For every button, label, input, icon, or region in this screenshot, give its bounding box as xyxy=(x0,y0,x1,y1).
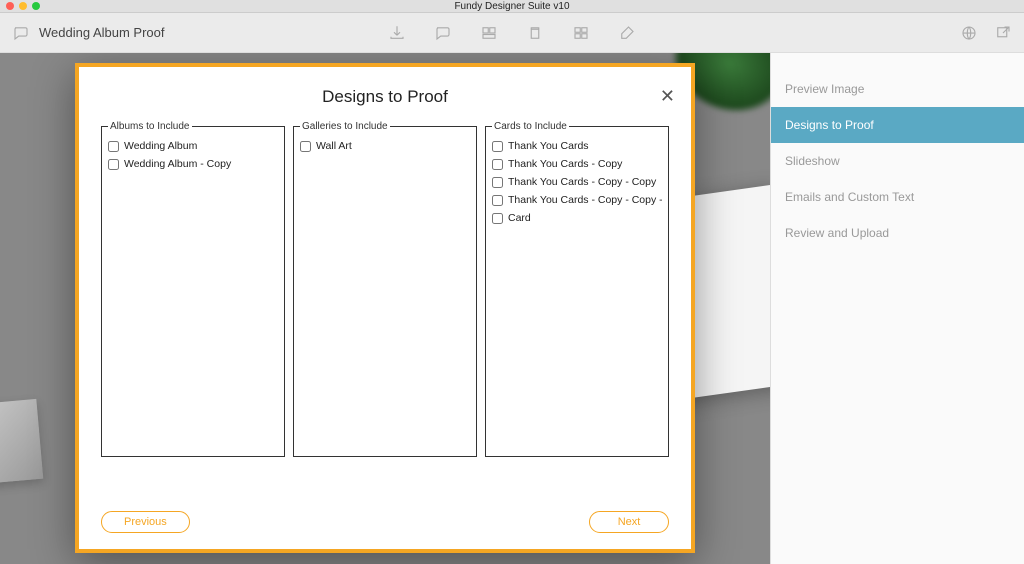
external-link-icon[interactable] xyxy=(994,24,1012,42)
card-row[interactable]: Thank You Cards - Copy - Copy - xyxy=(492,194,662,206)
cards-fieldset: Cards to Include Thank You Cards Thank Y… xyxy=(485,121,669,457)
mac-titlebar: Fundy Designer Suite v10 xyxy=(0,0,1024,13)
canvas-area: Designs to Proof ✕ Albums to Include Wed… xyxy=(0,53,770,564)
toolbar-center xyxy=(388,24,636,42)
card-checkbox[interactable] xyxy=(492,195,503,206)
bg-photo-stack xyxy=(0,399,43,489)
globe-icon[interactable] xyxy=(960,24,978,42)
card-label: Thank You Cards - Copy xyxy=(508,158,622,170)
card-label: Card xyxy=(508,212,531,224)
card-checkbox[interactable] xyxy=(492,141,503,152)
album-label: Wedding Album - Copy xyxy=(124,158,231,170)
sidebar-item-slideshow[interactable]: Slideshow xyxy=(771,143,1024,179)
card-row[interactable]: Thank You Cards xyxy=(492,140,662,152)
sidebar-item-emails-and-custom-text[interactable]: Emails and Custom Text xyxy=(771,179,1024,215)
sidebar-item-review-and-upload[interactable]: Review and Upload xyxy=(771,215,1024,251)
card-label: Thank You Cards - Copy - Copy - xyxy=(508,194,662,206)
layout-icon[interactable] xyxy=(480,24,498,42)
window-maximize-icon[interactable] xyxy=(32,2,40,10)
card-row[interactable]: Thank You Cards - Copy xyxy=(492,158,662,170)
gallery-label: Wall Art xyxy=(316,140,352,152)
window-title: Fundy Designer Suite v10 xyxy=(454,1,569,12)
main: Designs to Proof ✕ Albums to Include Wed… xyxy=(0,53,1024,564)
modal-title: Designs to Proof xyxy=(322,87,448,106)
card-row[interactable]: Thank You Cards - Copy - Copy xyxy=(492,176,662,188)
card-row[interactable]: Card xyxy=(492,212,662,224)
card-checkbox[interactable] xyxy=(492,177,503,188)
brush-icon[interactable] xyxy=(618,24,636,42)
copy-icon[interactable] xyxy=(526,24,544,42)
chat2-icon[interactable] xyxy=(434,24,452,42)
album-row[interactable]: Wedding Album - Copy xyxy=(108,158,278,170)
toolbar-right xyxy=(960,24,1012,42)
card-checkbox[interactable] xyxy=(492,159,503,170)
card-label: Thank You Cards xyxy=(508,140,589,152)
sidebar: Preview Image Designs to Proof Slideshow… xyxy=(770,53,1024,564)
albums-legend: Albums to Include xyxy=(108,121,192,132)
galleries-legend: Galleries to Include xyxy=(300,121,390,132)
sidebar-item-preview-image[interactable]: Preview Image xyxy=(771,71,1024,107)
grid-icon[interactable] xyxy=(572,24,590,42)
chat-icon[interactable] xyxy=(12,24,30,42)
modal-footer: Previous Next xyxy=(79,511,691,533)
album-label: Wedding Album xyxy=(124,140,197,152)
gallery-checkbox[interactable] xyxy=(300,141,311,152)
album-checkbox[interactable] xyxy=(108,141,119,152)
album-row[interactable]: Wedding Album xyxy=(108,140,278,152)
modal-header: Designs to Proof ✕ xyxy=(79,67,691,121)
next-button[interactable]: Next xyxy=(589,511,669,533)
album-checkbox[interactable] xyxy=(108,159,119,170)
card-label: Thank You Cards - Copy - Copy xyxy=(508,176,656,188)
gallery-row[interactable]: Wall Art xyxy=(300,140,470,152)
galleries-fieldset: Galleries to Include Wall Art xyxy=(293,121,477,457)
toolbar-left: Wedding Album Proof xyxy=(0,24,165,42)
window-minimize-icon[interactable] xyxy=(19,2,27,10)
modal-columns: Albums to Include Wedding Album Wedding … xyxy=(79,121,691,457)
project-name: Wedding Album Proof xyxy=(39,25,165,40)
close-icon[interactable]: ✕ xyxy=(660,87,675,105)
window-close-icon[interactable] xyxy=(6,2,14,10)
download-icon[interactable] xyxy=(388,24,406,42)
card-checkbox[interactable] xyxy=(492,213,503,224)
toolbar: Wedding Album Proof xyxy=(0,13,1024,53)
window-controls xyxy=(6,2,40,10)
cards-legend: Cards to Include xyxy=(492,121,569,132)
previous-button[interactable]: Previous xyxy=(101,511,190,533)
sidebar-item-designs-to-proof[interactable]: Designs to Proof xyxy=(771,107,1024,143)
albums-fieldset: Albums to Include Wedding Album Wedding … xyxy=(101,121,285,457)
designs-to-proof-modal: Designs to Proof ✕ Albums to Include Wed… xyxy=(75,63,695,553)
